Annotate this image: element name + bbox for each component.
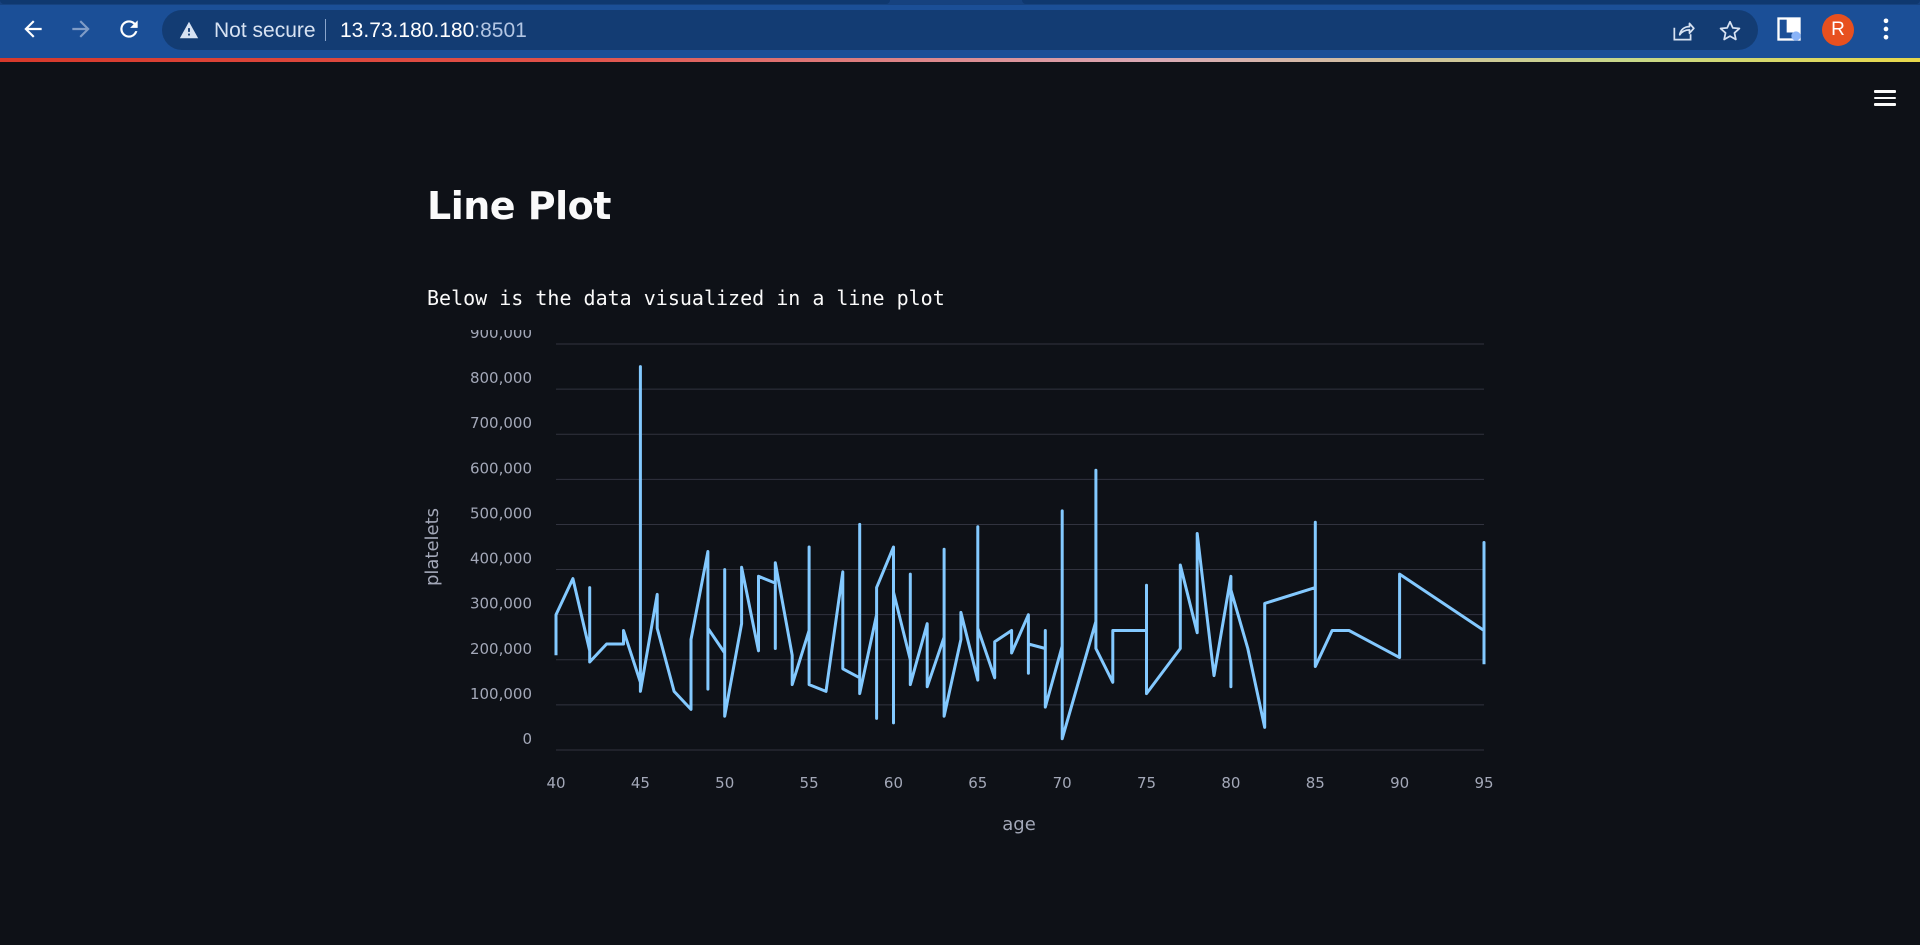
tab[interactable] (1022, 0, 1920, 4)
star-icon[interactable] (1717, 18, 1743, 44)
x-tick-label: 60 (884, 774, 903, 792)
url-port: :8501 (474, 19, 527, 42)
y-tick-label: 800,000 (470, 369, 532, 387)
back-icon[interactable] (16, 12, 50, 46)
hamburger-icon[interactable] (1872, 86, 1898, 108)
tab-strip (0, 0, 1920, 5)
x-tick-label: 85 (1306, 774, 1325, 792)
y-tick-label: 500,000 (470, 504, 532, 522)
x-axis-ticks: 40 45 50 55 60 65 70 75 80 85 90 95 (546, 774, 1493, 792)
x-tick-label: 50 (715, 774, 734, 792)
url-host: 13.73.180.180 (340, 19, 475, 42)
more-icon[interactable] (1872, 15, 1900, 43)
y-tick-label: 300,000 (470, 595, 532, 613)
y-axis-label: platelets (422, 508, 443, 586)
x-tick-label: 70 (1053, 774, 1072, 792)
y-tick-label: 400,000 (470, 550, 532, 568)
x-tick-label: 95 (1474, 774, 1493, 792)
profile-avatar[interactable]: R (1822, 14, 1854, 46)
line-chart: 0 100,000 200,000 300,000 400,000 500,000 600,… (422, 330, 1494, 835)
x-tick-label: 40 (546, 774, 565, 792)
reload-icon[interactable] (112, 12, 146, 46)
page-description: Below is the data visualized in a line p… (427, 286, 945, 310)
toolbar-accent-line (0, 58, 1920, 62)
x-tick-label: 45 (631, 774, 650, 792)
x-tick-label: 75 (1137, 774, 1156, 792)
y-tick-label: 900,000 (470, 330, 532, 342)
y-tick-label: 700,000 (470, 414, 532, 432)
extension-icon[interactable] (1775, 15, 1803, 43)
tab[interactable] (0, 0, 890, 4)
y-tick-label: 200,000 (470, 640, 532, 658)
security-label[interactable]: Not secure (214, 19, 316, 43)
x-tick-label: 65 (968, 774, 987, 792)
x-tick-label: 90 (1390, 774, 1409, 792)
x-axis-label: age (1002, 814, 1036, 835)
forward-icon[interactable] (64, 12, 98, 46)
y-tick-label: 600,000 (470, 459, 532, 477)
x-tick-label: 80 (1221, 774, 1240, 792)
y-axis-ticks: 0 100,000 200,000 300,000 400,000 500,000 600,… (470, 330, 532, 748)
y-tick-label: 100,000 (470, 685, 532, 703)
url-text[interactable]: 13.73.180.180:8501 (340, 19, 527, 43)
series-line[interactable] (554, 365, 1486, 741)
x-tick-label: 55 (800, 774, 819, 792)
page-title: Line Plot (427, 184, 611, 228)
address-bar[interactable]: Not secure 13.73.180.180:8501 (162, 10, 1758, 50)
warning-icon[interactable] (178, 19, 200, 41)
chart-grid (556, 343, 1484, 751)
share-icon[interactable] (1670, 18, 1696, 44)
y-tick-label: 0 (522, 730, 532, 748)
omnibox-divider (325, 19, 326, 41)
